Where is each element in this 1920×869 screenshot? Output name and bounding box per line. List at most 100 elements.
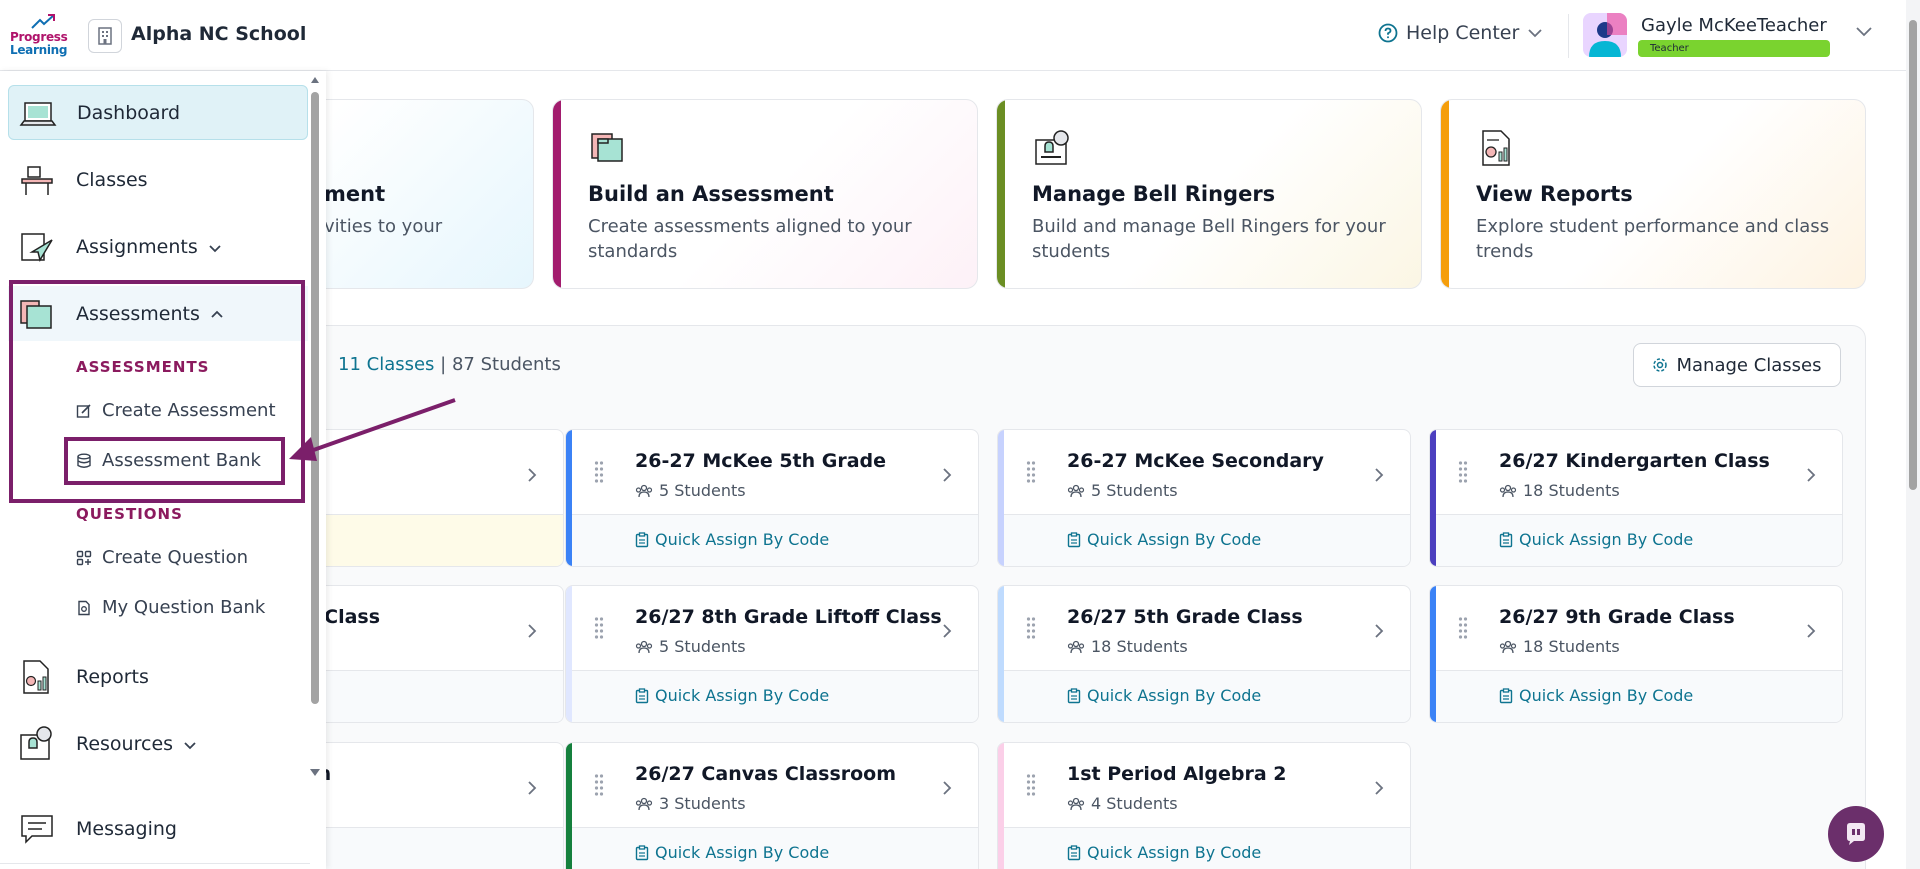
school-building-icon[interactable]: [88, 19, 122, 53]
class-card[interactable]: 26-27 McKee 5th Grade 5 Students Quick Ass…: [565, 429, 979, 567]
feature-card-description: Build and manage Bell Ringers for your s…: [1032, 216, 1386, 262]
progress-learning-logo[interactable]: Progress Learning: [8, 14, 68, 57]
chevron-right-icon[interactable]: [527, 623, 537, 639]
section-label-questions: QUESTIONS: [76, 505, 183, 523]
students-count: 87 Students: [451, 354, 561, 375]
user-avatar-icon: [1583, 13, 1627, 57]
feature-card-accent: [1441, 100, 1449, 288]
sidebar-sub-create-question[interactable]: Create Question: [76, 547, 248, 568]
user-avatar[interactable]: [1583, 13, 1627, 57]
class-card-footer: Quick Assign By Code: [572, 827, 978, 869]
classes-summary: 11 Classes | 87 Students: [338, 354, 561, 375]
sidebar-item-label: Dashboard: [77, 101, 181, 124]
quick-assign-label: Quick Assign By Code: [655, 686, 830, 705]
class-card[interactable]: 26-27 McKee Secondary 5 Students Quick Ass…: [997, 429, 1411, 567]
clipboard-icon: [1067, 687, 1081, 703]
feature-card-bell-ringers[interactable]: Manage Bell Ringers Build and manage Bel…: [996, 99, 1422, 289]
quick-assign-link[interactable]: Quick Assign By Code: [1499, 686, 1693, 705]
feature-card-title: Manage Bell Ringers: [1032, 182, 1276, 206]
classes-count-link[interactable]: 11 Classes: [338, 354, 434, 375]
class-card[interactable]: 26/27 Kindergarten Class 18 Students Quick…: [1429, 429, 1843, 567]
sidebar-item-reports[interactable]: Reports: [8, 649, 308, 704]
help-center-menu[interactable]: Help Center: [1378, 22, 1543, 44]
drag-handle-icon[interactable]: [594, 773, 604, 797]
drag-handle-icon[interactable]: [594, 460, 604, 484]
class-card[interactable]: 26/27 5th Grade Class 18 Students Quick As…: [997, 585, 1411, 723]
logo-text-learning: Learning: [10, 43, 68, 57]
user-name[interactable]: Gayle McKeeTeacher: [1641, 15, 1827, 36]
bell-ringer-icon: [1035, 130, 1069, 165]
page-scrollbar[interactable]: [1906, 0, 1920, 869]
sidebar-item-resources[interactable]: Resources: [8, 716, 308, 771]
class-card-footer: Quick Assign By Code: [572, 670, 978, 722]
class-name: 26/27 Canvas Classroom: [635, 763, 897, 785]
feature-card-title: ment: [324, 182, 386, 206]
manage-classes-label: Manage Classes: [1676, 354, 1822, 376]
report-icon: [23, 660, 49, 694]
sidebar-item-label: Messaging: [76, 817, 177, 840]
class-card[interactable]: 26/27 9th Grade Class 18 Students Quick As…: [1429, 585, 1843, 723]
clipboard-icon: [1499, 531, 1513, 547]
highlight-assessment-bank: [64, 437, 285, 485]
class-card[interactable]: 26/27 Canvas Classroom 3 Students Quick As…: [565, 742, 979, 869]
drag-handle-icon[interactable]: [1458, 616, 1468, 640]
manage-classes-button[interactable]: Manage Classes: [1633, 343, 1841, 387]
drag-handle-icon[interactable]: [1026, 460, 1036, 484]
quick-assign-link[interactable]: Quick Assign By Code: [635, 686, 829, 705]
user-menu-chevron-icon[interactable]: [1855, 26, 1873, 38]
class-name: 26/27 Kindergarten Class: [1499, 450, 1770, 472]
support-chat-button[interactable]: [1828, 806, 1884, 862]
class-card[interactable]: 26/27 8th Grade Liftoff Class 5 Students Q…: [565, 585, 979, 723]
chevron-right-icon[interactable]: [1374, 623, 1384, 639]
chat-icon: [21, 815, 53, 844]
sidebar-item-assignments[interactable]: Assignments: [8, 219, 308, 274]
clipboard-icon: [1067, 531, 1081, 547]
sidebar-sub-my-question-bank[interactable]: My Question Bank: [76, 597, 265, 618]
sidebar-item-dashboard[interactable]: Dashboard: [8, 85, 308, 140]
class-students: 5 Students: [635, 637, 746, 656]
drag-handle-icon[interactable]: [1026, 773, 1036, 797]
sidebar-scrollbar[interactable]: [310, 76, 320, 869]
quick-assign-link[interactable]: Quick Assign By Code: [635, 843, 829, 862]
scroll-up-icon[interactable]: [310, 76, 320, 84]
feature-card-build-assessment[interactable]: Build an Assessment Create assessments a…: [552, 99, 978, 289]
quick-assign-link[interactable]: Quick Assign By Code: [1067, 530, 1261, 549]
class-card[interactable]: 1st Period Algebra 2 4 Students Quick Assi…: [997, 742, 1411, 869]
chevron-right-icon[interactable]: [1806, 623, 1816, 639]
school-name[interactable]: Alpha NC School: [131, 23, 306, 45]
chevron-right-icon[interactable]: [527, 780, 537, 796]
class-students-count: 4 Students: [1091, 794, 1178, 813]
drag-handle-icon[interactable]: [1026, 616, 1036, 640]
chevron-right-icon[interactable]: [942, 623, 952, 639]
grid-plus-icon: [76, 550, 92, 565]
chevron-right-icon[interactable]: [527, 467, 537, 483]
quick-assign-link[interactable]: Quick Assign By Code: [1067, 686, 1261, 705]
chevron-right-icon[interactable]: [942, 780, 952, 796]
drag-handle-icon[interactable]: [594, 616, 604, 640]
feature-card-view-reports[interactable]: View Reports Explore student performance…: [1440, 99, 1866, 289]
feature-card-title: Build an Assessment: [588, 182, 834, 206]
report-icon: [1482, 130, 1510, 166]
chevron-right-icon[interactable]: [1806, 467, 1816, 483]
drag-handle-icon[interactable]: [1458, 460, 1468, 484]
class-students-count: 18 Students: [1091, 637, 1188, 656]
document-icon: [78, 600, 90, 615]
quick-assign-link[interactable]: Quick Assign By Code: [1067, 843, 1261, 862]
quick-assign-label: Quick Assign By Code: [655, 843, 830, 862]
chevron-right-icon[interactable]: [1374, 467, 1384, 483]
class-name: 26-27 McKee Secondary: [1067, 450, 1324, 472]
help-center-label: Help Center: [1406, 22, 1520, 44]
class-card-footer: Quick Assign By Code: [1004, 514, 1410, 566]
chevron-right-icon[interactable]: [1374, 780, 1384, 796]
chevron-right-icon[interactable]: [942, 467, 952, 483]
class-students-count: 18 Students: [1523, 637, 1620, 656]
page-scrollbar-thumb[interactable]: [1909, 20, 1917, 490]
sidebar-item-classes[interactable]: Classes: [8, 152, 308, 207]
sidebar-item-label: Classes: [76, 168, 148, 191]
quick-assign-link[interactable]: Quick Assign By Code: [635, 530, 829, 549]
scroll-down-icon[interactable]: [309, 768, 321, 777]
logo-text-progress: Progress: [10, 30, 68, 44]
sidebar-item-messaging[interactable]: Messaging: [8, 801, 308, 856]
feature-card-description: vities to your: [324, 216, 443, 237]
quick-assign-link[interactable]: Quick Assign By Code: [1499, 530, 1693, 549]
